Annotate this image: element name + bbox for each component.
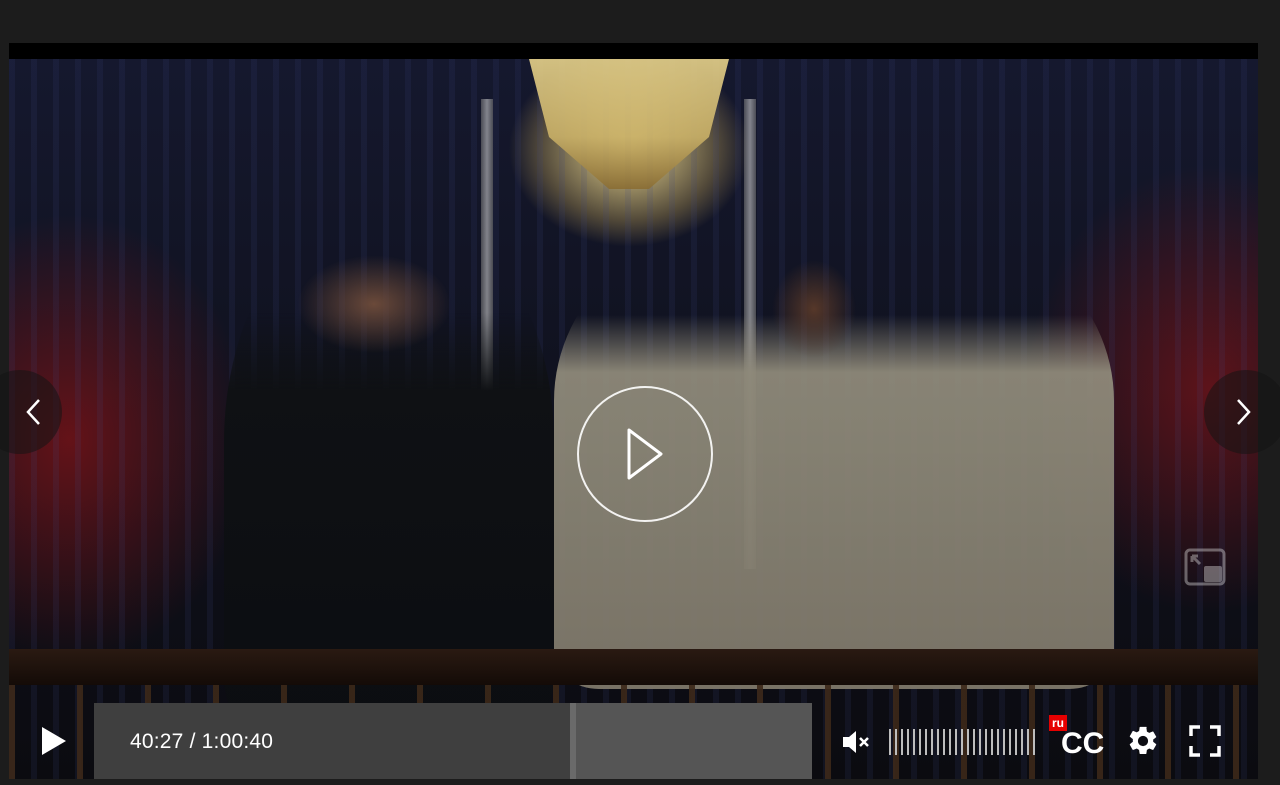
volume-tick xyxy=(1027,729,1029,755)
picture-in-picture-icon[interactable] xyxy=(1184,548,1226,586)
volume-tick xyxy=(889,729,891,755)
volume-tick xyxy=(997,729,999,755)
volume-tick xyxy=(931,729,933,755)
video-railing xyxy=(9,649,1258,685)
mute-button[interactable] xyxy=(841,728,871,756)
play-icon xyxy=(42,727,66,755)
volume-tick xyxy=(955,729,957,755)
volume-tick xyxy=(1009,729,1011,755)
volume-tick xyxy=(1021,729,1023,755)
volume-tick xyxy=(1015,729,1017,755)
volume-mute-icon xyxy=(843,731,869,753)
progress-handle[interactable] xyxy=(569,703,576,779)
time-total: 1:00:40 xyxy=(201,730,274,753)
cc-label: CC xyxy=(1061,727,1105,760)
next-button[interactable] xyxy=(1204,370,1280,454)
chevron-right-icon xyxy=(1237,399,1251,425)
gear-icon xyxy=(1129,726,1157,755)
fullscreen-icon xyxy=(1189,725,1221,757)
chevron-left-icon xyxy=(26,399,40,425)
volume-tick xyxy=(979,729,981,755)
time-display: 40:27 / 1:00:40 xyxy=(130,730,273,754)
volume-tick xyxy=(1003,729,1005,755)
volume-tick xyxy=(985,729,987,755)
volume-tick xyxy=(961,729,963,755)
volume-tick xyxy=(943,729,945,755)
subtitles-button[interactable]: ru CC xyxy=(1047,715,1107,763)
volume-slider[interactable] xyxy=(889,729,1039,755)
volume-tick xyxy=(913,729,915,755)
volume-tick xyxy=(907,729,909,755)
volume-tick xyxy=(919,729,921,755)
progress-bar[interactable]: 40:27 / 1:00:40 xyxy=(94,703,812,779)
volume-tick xyxy=(901,729,903,755)
video-player[interactable] xyxy=(9,43,1258,779)
time-current: 40:27 xyxy=(130,730,184,753)
play-button[interactable] xyxy=(37,725,69,757)
volume-tick xyxy=(895,729,897,755)
time-separator: / xyxy=(183,730,202,753)
control-bar: 40:27 / 1:00:40 ru CC xyxy=(9,703,1258,779)
volume-tick xyxy=(967,729,969,755)
volume-tick xyxy=(949,729,951,755)
play-circle-icon xyxy=(627,428,663,480)
settings-button[interactable] xyxy=(1126,724,1160,758)
volume-tick xyxy=(937,729,939,755)
volume-tick xyxy=(973,729,975,755)
fullscreen-button[interactable] xyxy=(1189,725,1221,757)
volume-tick xyxy=(1033,729,1035,755)
big-play-button[interactable] xyxy=(577,386,713,522)
volume-tick xyxy=(925,729,927,755)
volume-tick xyxy=(991,729,993,755)
